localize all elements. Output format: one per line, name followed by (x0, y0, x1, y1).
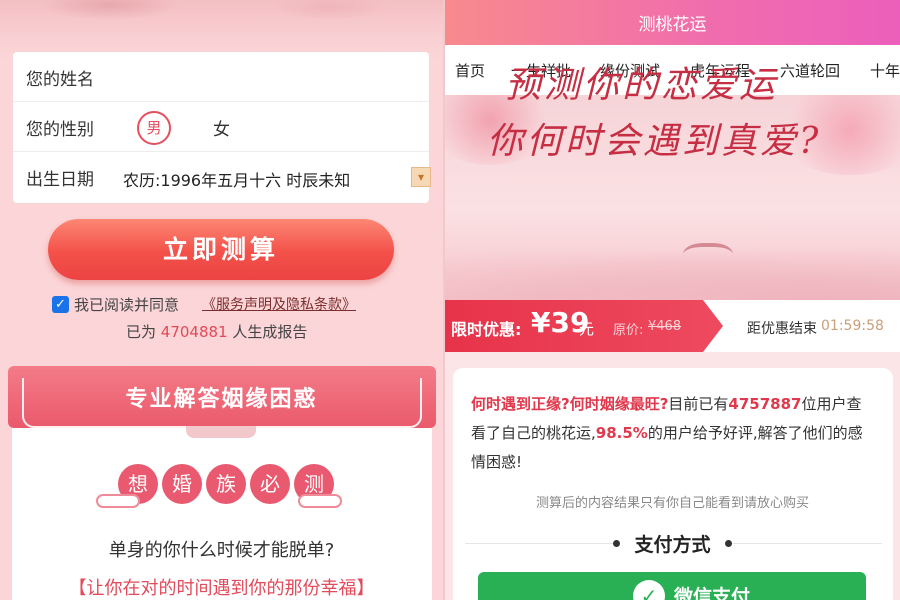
card-answer: 【让你在对的时间遇到你的那份幸福】 (68, 578, 375, 599)
birth-row[interactable]: 出生日期 农历:1996年五月十六 时辰未知 ▾ (13, 152, 431, 202)
info-text-1: 目前已有 (668, 395, 729, 413)
agree-text: 我已阅读并同意 (74, 296, 180, 314)
birth-date-select[interactable]: 农历:1996年五月十六 时辰未知 (123, 167, 405, 191)
keyword-circle: 婚 (162, 464, 202, 504)
terms-link[interactable]: 《服务声明及隐私条款》 (202, 294, 356, 314)
pavilion-decoration (683, 243, 733, 271)
reports-suffix: 人生成报告 (232, 323, 308, 341)
countdown-timer: 01:59:58 (821, 318, 884, 334)
name-row[interactable]: 您的姓名 (13, 52, 429, 102)
reports-count: 已为 4704881 人生成报告 (126, 321, 307, 342)
cloud-decoration-left (96, 494, 140, 508)
agree-checkbox[interactable]: ✓ (52, 296, 69, 313)
reports-number: 4704881 (160, 323, 228, 341)
info-rating: 98.5% (595, 424, 648, 442)
reports-prefix: 已为 (126, 323, 157, 341)
privacy-note: 测算后的内容结果只有你自己能看到请放心购买 (535, 496, 809, 511)
nav-item-reincarnation[interactable]: 六道轮回 (780, 60, 840, 81)
currency-symbol: ¥ (531, 306, 551, 339)
keyword-circle: 族 (206, 464, 246, 504)
ribbon-tab (186, 426, 256, 438)
calculate-button[interactable]: 立即测算 (48, 219, 394, 280)
banner-headline-2: 你何时会遇到真爱? (487, 121, 822, 162)
left-panel: 您的姓名 您的性别 男 女 出生日期 农历:1996年五月十六 时辰未知 ▾ 立… (0, 0, 443, 600)
gender-male-radio[interactable]: 男 (137, 111, 171, 145)
agreement-row: ✓ 我已阅读并同意 《服务声明及隐私条款》 (52, 294, 432, 316)
banner-headline-1: 预测你的恋爱运 (505, 65, 779, 106)
divider-line (732, 543, 882, 544)
nav-item-decade[interactable]: 十年 (870, 60, 900, 81)
wechat-check-icon: ✓ (633, 580, 665, 600)
gender-row: 您的性别 男 女 (13, 102, 429, 152)
keyword-circle: 必 (250, 464, 290, 504)
card-question: 单身的你什么时候才能脱单? (108, 540, 335, 561)
birth-label: 出生日期 (26, 170, 94, 190)
card-title: 专业解答姻缘困惑 (125, 387, 318, 412)
info-text: 何时遇到正缘?何时姻缘最旺?目前已有4757887位用户查看了自己的桃花运,98… (471, 390, 876, 477)
discount-label: 限时优惠: (451, 320, 522, 339)
cloud-decoration-right (298, 494, 342, 508)
original-price-label: 原价: (613, 323, 644, 338)
countdown-label: 距优惠结束 (747, 321, 817, 337)
info-question: 何时遇到正缘?何时姻缘最旺? (471, 395, 669, 413)
right-panel: 测桃花运 首页 一生祥批 缘份测试 虎年运程 六道轮回 十年 预测你的恋爱运 你… (445, 0, 900, 600)
hills-decoration (445, 245, 900, 300)
info-user-count: 4757887 (728, 395, 802, 413)
wechat-pay-label: 微信支付 (674, 586, 751, 600)
original-price: ¥468 (648, 319, 682, 334)
wechat-pay-button[interactable]: ✓ 微信支付 (478, 572, 866, 600)
gender-label: 您的性别 (26, 120, 94, 140)
price-unit: 元 (579, 320, 595, 338)
nav-item-home[interactable]: 首页 (455, 60, 485, 81)
birth-info-form: 您的姓名 您的性别 男 女 出生日期 农历:1996年五月十六 时辰未知 ▾ (13, 52, 431, 203)
keyword-circles: 想 婚 族 必 测 (118, 464, 334, 508)
gender-female-radio[interactable]: 女 (213, 115, 230, 140)
page-title: 测桃花运 (638, 15, 707, 35)
name-input[interactable]: 您的姓名 (26, 65, 94, 90)
divider-dot (725, 540, 732, 547)
payment-header: 支付方式 (445, 530, 900, 556)
chevron-down-icon[interactable]: ▾ (411, 167, 431, 187)
top-bar: 测桃花运 (445, 0, 900, 45)
